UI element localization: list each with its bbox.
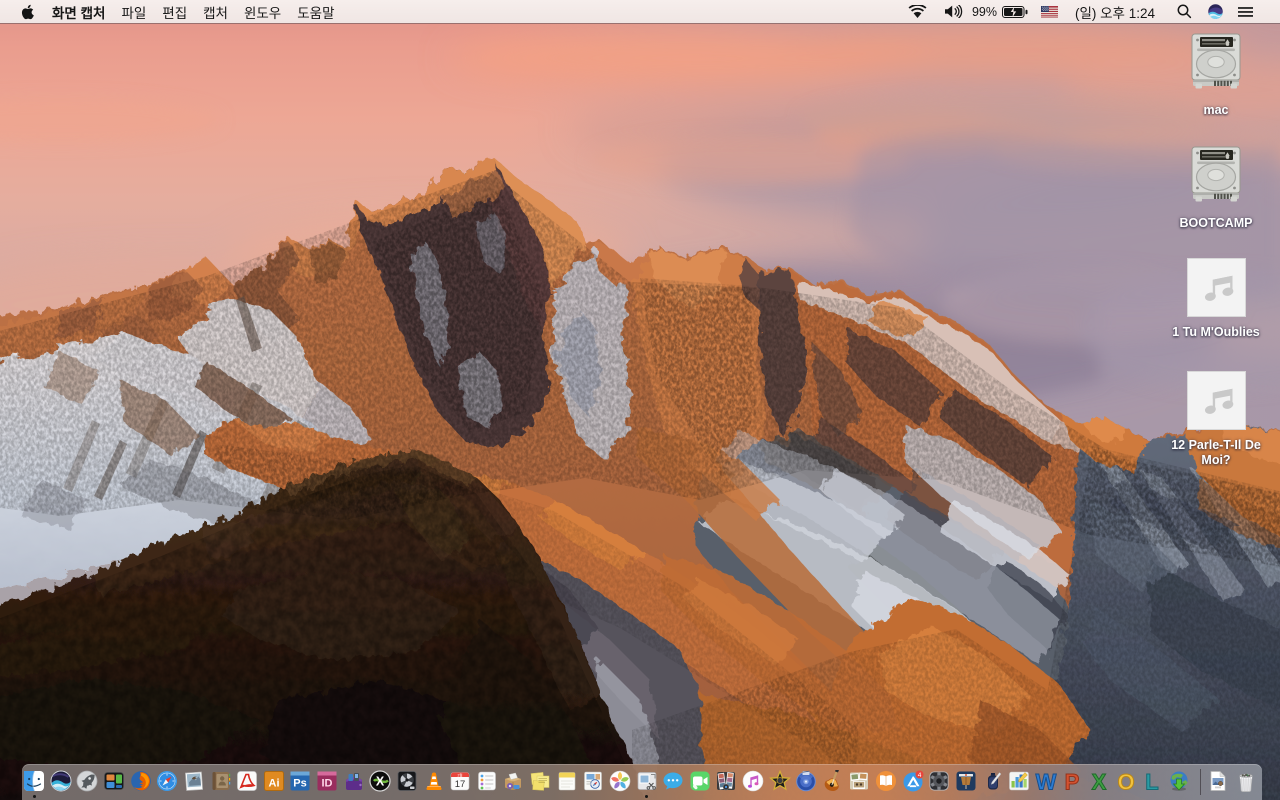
svg-text:W: W xyxy=(1035,770,1056,792)
svg-text:L: L xyxy=(1145,770,1158,792)
svg-text:Ps: Ps xyxy=(294,778,307,790)
svg-text:P: P xyxy=(1065,770,1080,792)
svg-text:2월: 2월 xyxy=(458,772,463,777)
svg-text:17: 17 xyxy=(455,779,466,790)
svg-text:Ai: Ai xyxy=(268,778,279,790)
svg-text:O: O xyxy=(1117,770,1134,792)
svg-text:X: X xyxy=(376,775,385,789)
svg-text:ID: ID xyxy=(322,778,333,790)
svg-text:4: 4 xyxy=(917,772,921,779)
svg-text:X: X xyxy=(1092,770,1107,792)
